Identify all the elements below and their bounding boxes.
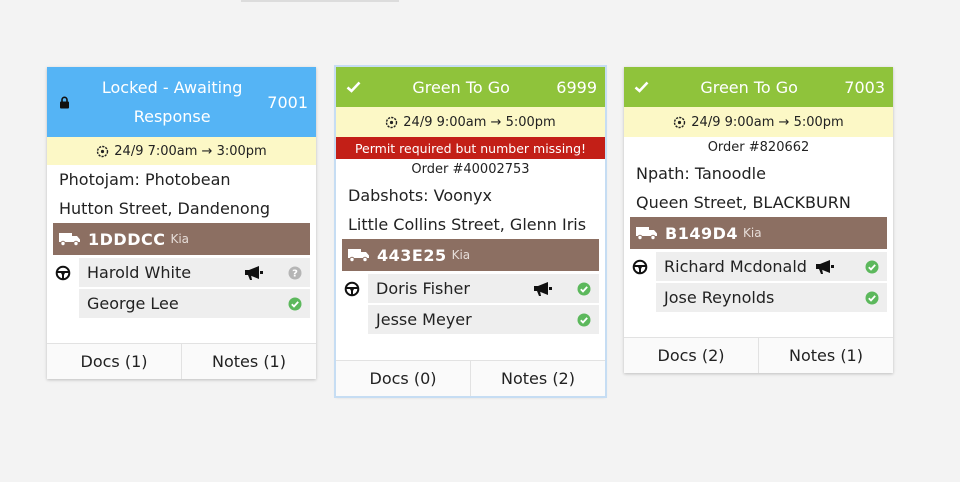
steering-wheel-icon: [47, 265, 79, 281]
order-number: Order #820662: [707, 140, 810, 155]
time-range-bar: 24/9 9:00am → 5:00pm: [624, 107, 893, 137]
docs-button[interactable]: Docs (1): [47, 344, 181, 379]
crew-row[interactable]: Doris Fisher: [336, 273, 605, 304]
status-title-line: Locked - Awaiting: [101, 78, 243, 97]
crew-name: Jesse Meyer: [376, 310, 472, 329]
megaphone-icon: [533, 281, 553, 297]
truck-icon: [636, 227, 657, 240]
job-card[interactable]: Green To Go 6999 24/9 9:00am → 5:00pm Pe…: [336, 67, 605, 396]
job-address: Little Collins Street, Glenn Iris: [348, 215, 587, 234]
card-footer: Docs (2) Notes (1): [624, 337, 893, 373]
clock-icon: [97, 145, 109, 157]
card-header: Locked - Awaiting Response 7001: [47, 67, 316, 137]
job-number: 7003: [844, 77, 885, 97]
crew-row[interactable]: Richard Mcdonald: [624, 251, 893, 282]
card-footer: Docs (1) Notes (1): [47, 343, 316, 379]
vehicle-rego: 443E25: [377, 245, 447, 265]
job-card[interactable]: Locked - Awaiting Response 7001 24/9 7:0…: [47, 67, 316, 379]
notes-button[interactable]: Notes (2): [470, 361, 605, 396]
clock-icon: [386, 116, 398, 128]
notes-button[interactable]: Notes (1): [758, 338, 893, 373]
crew-name: Richard Mcdonald: [664, 257, 807, 276]
top-toolbar-stub: [241, 0, 399, 2]
time-range-text: 24/9 9:00am → 5:00pm: [403, 114, 556, 130]
permit-warning: Permit required but number missing!: [336, 137, 605, 159]
job-address: Queen Street, BLACKBURN: [636, 193, 851, 212]
job-card[interactable]: Green To Go 7003 24/9 9:00am → 5:00pm Or…: [624, 67, 893, 373]
card-header: Green To Go 7003: [624, 67, 893, 107]
checkmark-icon: [340, 81, 366, 93]
time-range-text: 24/9 9:00am → 5:00pm: [691, 114, 844, 130]
question-status-icon: ?: [288, 266, 302, 280]
vehicle-bar[interactable]: B149D4 Kia: [630, 217, 887, 249]
client-name: Dabshots: Voonyx: [348, 186, 492, 205]
order-number: Order #40002753: [411, 162, 530, 177]
client-name: Npath: Tanoodle: [636, 164, 766, 183]
vehicle-rego: B149D4: [665, 223, 739, 243]
card-header: Green To Go 6999: [336, 67, 605, 107]
vehicle-rego: 1DDDCC: [88, 229, 166, 249]
job-address: Hutton Street, Dandenong: [59, 199, 271, 218]
notes-button[interactable]: Notes (1): [181, 344, 316, 379]
clock-icon: [674, 116, 686, 128]
check-circle-icon: [577, 313, 591, 327]
vehicle-bar[interactable]: 1DDDCC Kia: [53, 223, 310, 255]
truck-icon: [348, 249, 369, 262]
megaphone-icon: [244, 265, 264, 281]
job-number: 6999: [556, 77, 597, 97]
job-number: 7001: [267, 92, 308, 112]
crew-row[interactable]: Jesse Meyer: [336, 304, 605, 335]
card-status-title: Locked - Awaiting Response: [77, 73, 267, 131]
check-circle-icon: [865, 291, 879, 305]
status-title-line: Green To Go: [700, 77, 798, 97]
time-range-text: 24/9 7:00am → 3:00pm: [114, 143, 267, 159]
time-range-bar: 24/9 7:00am → 3:00pm: [47, 137, 316, 165]
client-name: Photojam: Photobean: [59, 170, 231, 189]
crew-name: Harold White: [87, 263, 192, 282]
status-title-line: Response: [133, 107, 211, 126]
crew-name: Jose Reynolds: [664, 288, 775, 307]
steering-wheel-icon: [624, 259, 656, 275]
vehicle-bar[interactable]: 443E25 Kia: [342, 239, 599, 271]
crew-row[interactable]: Jose Reynolds: [624, 282, 893, 313]
status-title-line: Green To Go: [412, 77, 510, 97]
card-footer: Docs (0) Notes (2): [336, 360, 605, 396]
check-circle-icon: [288, 297, 302, 311]
lock-icon: [51, 96, 77, 109]
docs-button[interactable]: Docs (0): [336, 361, 470, 396]
docs-button[interactable]: Docs (2): [624, 338, 758, 373]
megaphone-icon: [815, 259, 865, 275]
crew-row[interactable]: Harold White ?: [47, 257, 316, 288]
crew-name: Doris Fisher: [376, 279, 470, 298]
check-circle-icon: [577, 282, 591, 296]
truck-icon: [59, 233, 80, 246]
checkmark-icon: [628, 81, 654, 93]
svg-text:?: ?: [292, 268, 298, 279]
steering-wheel-icon: [336, 281, 368, 297]
check-circle-icon: [865, 260, 879, 274]
vehicle-make: Kia: [743, 226, 762, 240]
crew-row[interactable]: George Lee: [47, 288, 316, 319]
vehicle-make: Kia: [170, 232, 190, 246]
crew-name: George Lee: [87, 294, 179, 313]
time-range-bar: 24/9 9:00am → 5:00pm: [336, 107, 605, 137]
vehicle-make: Kia: [451, 248, 471, 262]
